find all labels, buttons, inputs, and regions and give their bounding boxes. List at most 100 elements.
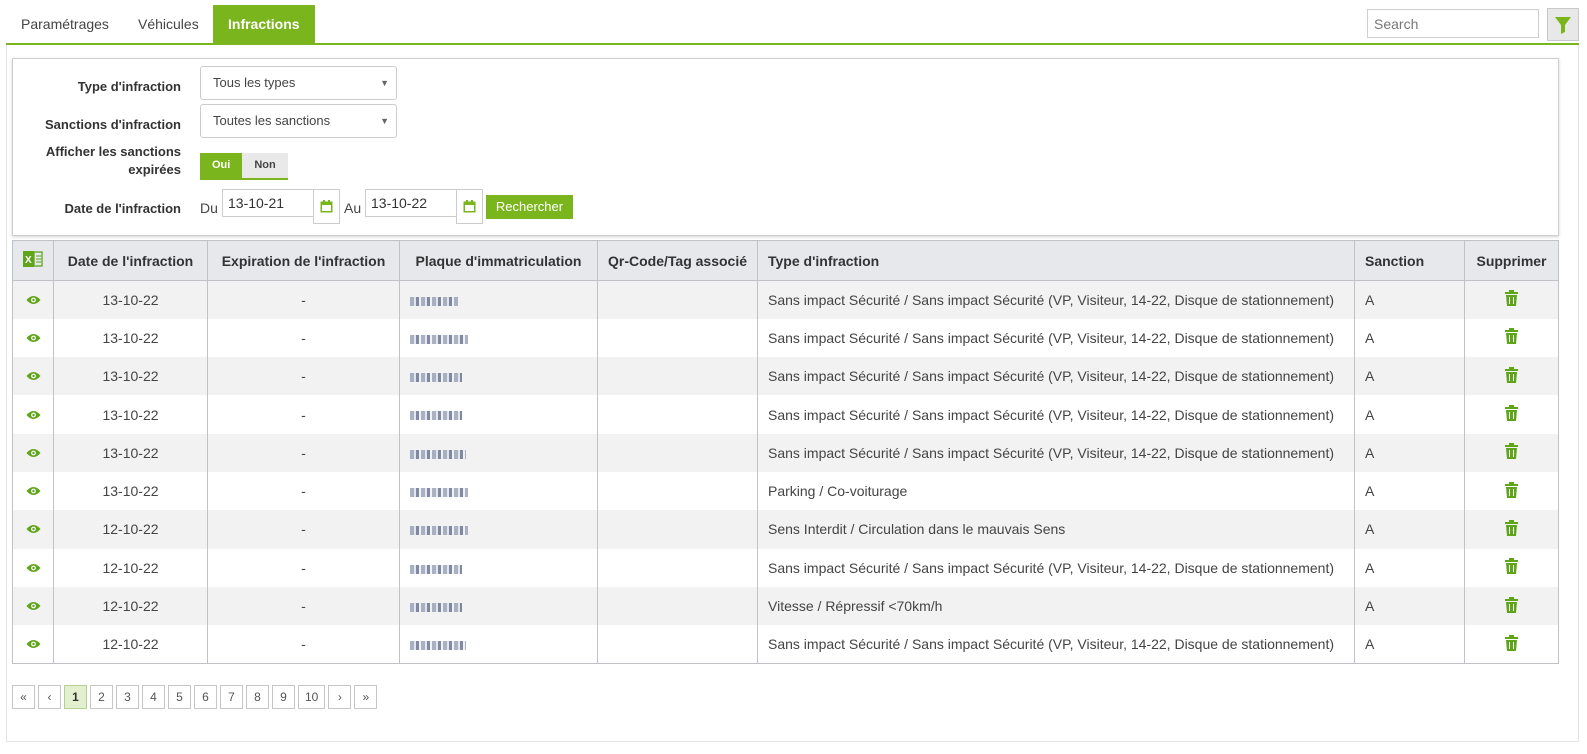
tab-vehicules[interactable]: Véhicules	[123, 5, 214, 43]
toggle-yes[interactable]: Oui	[200, 153, 243, 178]
delete-button[interactable]	[1464, 433, 1559, 472]
cell-qr	[597, 395, 758, 434]
trash-icon	[1505, 481, 1518, 498]
page-button[interactable]: 5	[168, 685, 191, 709]
page-button[interactable]: ›	[328, 685, 352, 709]
pagination: «‹ 1 2 3 4 5 6 7 8 9 10 ›»	[12, 685, 380, 709]
delete-button[interactable]	[1464, 471, 1559, 511]
cell-qr	[597, 357, 758, 396]
col-header-type[interactable]: Type d'infraction	[757, 240, 1355, 281]
tab-parametrages[interactable]: Paramétrages	[6, 5, 124, 43]
delete-button[interactable]	[1464, 510, 1559, 549]
col-header-date[interactable]: Date de l'infraction	[53, 240, 208, 281]
page-button[interactable]: 1	[64, 685, 87, 709]
delete-button[interactable]	[1464, 395, 1559, 434]
col-header-sanction[interactable]: Sanction	[1354, 240, 1465, 281]
export-excel-header[interactable]: X	[12, 240, 54, 281]
delete-button[interactable]	[1464, 586, 1559, 626]
cell-date: 13-10-22	[53, 280, 208, 319]
view-button[interactable]	[12, 548, 54, 587]
delete-button[interactable]	[1464, 357, 1559, 396]
view-button[interactable]	[12, 280, 54, 319]
cell-sanction: A	[1354, 586, 1465, 626]
blurred-plate	[410, 602, 462, 612]
view-button[interactable]	[12, 318, 54, 358]
eye-icon	[26, 448, 40, 457]
page-button[interactable]: 10	[298, 685, 326, 709]
view-button[interactable]	[12, 395, 54, 434]
cell-date: 12-10-22	[53, 586, 208, 626]
cell-plate	[399, 433, 598, 472]
to-label: Au	[344, 200, 362, 216]
view-button[interactable]	[12, 471, 54, 511]
filter-button[interactable]	[1547, 8, 1579, 41]
eye-icon	[26, 525, 40, 534]
eye-icon	[26, 640, 40, 649]
delete-button[interactable]	[1464, 625, 1559, 664]
cell-type: Sans impact Sécurité / Sans impact Sécur…	[757, 318, 1355, 358]
to-date-input[interactable]	[365, 189, 459, 217]
table-row: 13-10-22- Sans impact Sécurité / Sans imp…	[12, 357, 1559, 396]
view-button[interactable]	[12, 433, 54, 472]
view-button[interactable]	[12, 357, 54, 396]
delete-button[interactable]	[1464, 280, 1559, 319]
eye-icon	[26, 372, 40, 381]
page-button[interactable]: 7	[220, 685, 243, 709]
page-button[interactable]: ‹	[38, 685, 61, 709]
page-button[interactable]: 4	[142, 685, 165, 709]
cell-plate	[399, 318, 598, 358]
view-button[interactable]	[12, 586, 54, 626]
search-input[interactable]	[1367, 9, 1539, 38]
col-header-expiration[interactable]: Expiration de l'infraction	[207, 240, 400, 281]
cell-qr	[597, 510, 758, 549]
eye-icon	[26, 295, 40, 304]
from-date-input[interactable]	[222, 189, 316, 217]
blurred-plate	[410, 564, 462, 574]
cell-sanction: A	[1354, 433, 1465, 472]
cell-plate	[399, 548, 598, 587]
cell-expiration: -	[207, 433, 400, 472]
view-button[interactable]	[12, 510, 54, 549]
cell-type: Sans impact Sécurité / Sans impact Sécur…	[757, 357, 1355, 396]
trash-icon	[1505, 405, 1518, 422]
cell-type: Vitesse / Répressif <70km/h	[757, 586, 1355, 626]
delete-button[interactable]	[1464, 318, 1559, 358]
from-calendar-button[interactable]	[313, 189, 340, 224]
table-row: 12-10-22- Vitesse / Répressif <70km/h A	[12, 586, 1559, 626]
table-row: 12-10-22- Sans impact Sécurité / Sans imp…	[12, 625, 1559, 664]
cell-type: Sans impact Sécurité / Sans impact Sécur…	[757, 625, 1355, 664]
col-header-plate[interactable]: Plaque d'immatriculation	[399, 240, 598, 281]
page-button[interactable]: «	[12, 685, 35, 709]
cell-date: 13-10-22	[53, 318, 208, 358]
cell-date: 13-10-22	[53, 433, 208, 472]
search-button[interactable]: Rechercher	[486, 195, 573, 219]
col-header-qr[interactable]: Qr-Code/Tag associé	[597, 240, 758, 281]
cell-expiration: -	[207, 548, 400, 587]
cell-sanction: A	[1354, 548, 1465, 587]
page-button[interactable]: 8	[246, 685, 269, 709]
trash-icon	[1505, 366, 1518, 383]
table-header-row: X Date de l'infraction Expiration de l'i…	[12, 240, 1559, 281]
cell-expiration: -	[207, 625, 400, 664]
page-button[interactable]: 9	[272, 685, 295, 709]
to-calendar-button[interactable]	[456, 189, 483, 224]
tab-bar: Paramétrages Véhicules Infractions	[6, 5, 1579, 45]
delete-button[interactable]	[1464, 548, 1559, 587]
table-row: 13-10-22- Parking / Co-voiturage A	[12, 471, 1559, 511]
expired-label-line2: expirées	[128, 162, 181, 177]
table-row: 13-10-22- Sans impact Sécurité / Sans imp…	[12, 433, 1559, 472]
toggle-no[interactable]: Non	[242, 153, 288, 178]
page-button[interactable]: 3	[116, 685, 139, 709]
view-button[interactable]	[12, 625, 54, 664]
cell-sanction: A	[1354, 395, 1465, 434]
sanction-select[interactable]: Toutes les sanctions ▼	[200, 104, 397, 138]
type-select[interactable]: Tous les types ▼	[200, 66, 397, 100]
page-button[interactable]: 2	[90, 685, 113, 709]
type-label: Type d'infraction	[77, 79, 181, 94]
page-button[interactable]: »	[354, 685, 378, 709]
expired-toggle[interactable]: Oui Non	[200, 153, 288, 180]
date-label: Date de l'infraction	[64, 201, 182, 216]
tab-infractions[interactable]: Infractions	[213, 5, 315, 45]
trash-icon	[1505, 558, 1518, 575]
page-button[interactable]: 6	[194, 685, 217, 709]
